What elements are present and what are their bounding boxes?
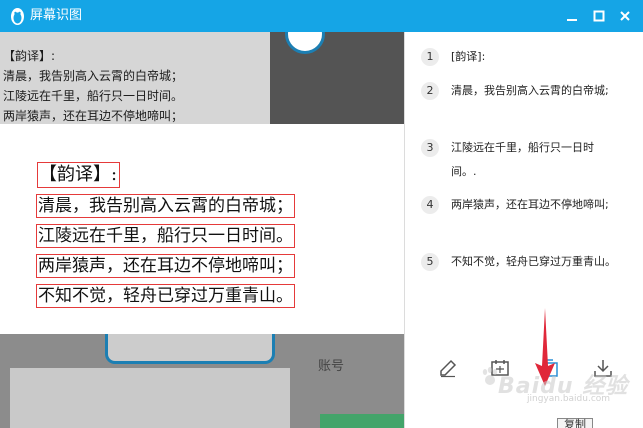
- result-text[interactable]: 江陵远在千里，船行只一日时间。.: [451, 136, 619, 184]
- result-text[interactable]: 不知不觉，轻舟已穿过万重青山。: [451, 250, 619, 274]
- background-line: 【韵译】:: [3, 49, 56, 63]
- background-label: 账号: [318, 359, 345, 374]
- result-number: 5: [421, 253, 439, 271]
- minimize-icon[interactable]: [562, 6, 582, 26]
- baidu-paw-icon: [481, 367, 499, 391]
- window-title: 屏幕识图: [30, 8, 83, 23]
- capture-line: 清晨，我告别高入云霄的白帝城；: [36, 194, 295, 218]
- background-text: 【韵译】: 清晨，我告别高入云霄的白帝城； 江陵远在千里，船行只一日时间。 两岸…: [0, 32, 300, 126]
- capture-line: 江陵远在千里，船行只一日时间。: [36, 224, 295, 248]
- captured-region[interactable]: 【韵译】: 清晨，我告别高入云霄的白帝城； 江陵远在千里，船行只一日时间。 两岸…: [0, 124, 404, 334]
- penguin-icon: [9, 7, 26, 26]
- result-number: 3: [421, 139, 439, 157]
- background-field: [10, 368, 290, 428]
- capture-line: 不知不觉，轻舟已穿过万重青山。: [36, 284, 295, 308]
- capture-line: 两岸猿声，还在耳边不停地啼叫；: [36, 254, 295, 278]
- copy-tooltip: 复制: [557, 418, 593, 428]
- background-line: 清晨，我告别高入云霄的白帝城；: [3, 69, 184, 83]
- result-number: 1: [421, 48, 439, 66]
- capture-heading: 【韵译】:: [36, 162, 121, 188]
- result-text[interactable]: 清晨，我告别高入云霄的白帝城;: [451, 79, 619, 103]
- close-icon[interactable]: [615, 6, 635, 26]
- result-number: 4: [421, 196, 439, 214]
- result-text[interactable]: [韵译]:: [451, 45, 619, 69]
- watermark-url: jingyan.baidu.com: [527, 394, 611, 404]
- title-bar: 屏幕识图: [0, 0, 643, 32]
- result-number: 2: [421, 82, 439, 100]
- edit-icon[interactable]: [437, 357, 459, 379]
- background-line: 两岸猿声，还在耳边不停地啼叫；: [3, 109, 184, 123]
- result-text[interactable]: 两岸猿声，还在耳边不停地啼叫;: [451, 193, 619, 217]
- background-line: 江陵远在千里，船行只一日时间。: [3, 89, 184, 103]
- maximize-icon[interactable]: [589, 6, 609, 26]
- background-strip: [320, 414, 404, 428]
